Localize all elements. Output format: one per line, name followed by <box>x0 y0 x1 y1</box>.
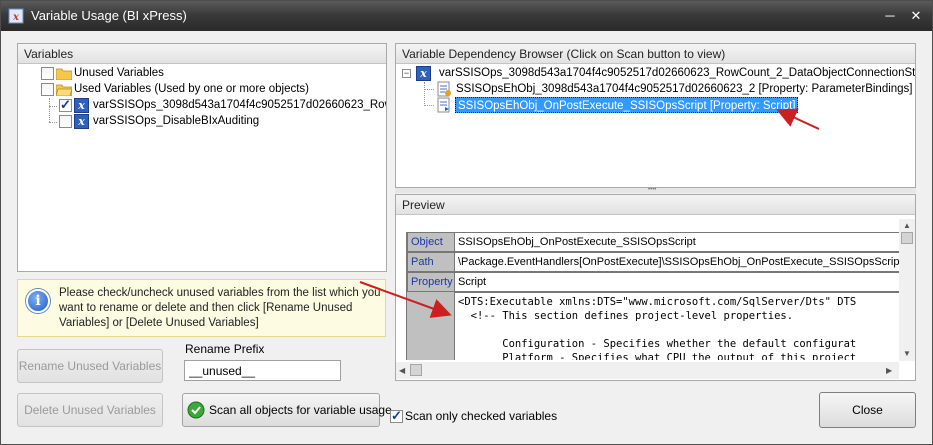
scroll-right-icon[interactable]: ▶ <box>886 366 892 375</box>
preview-horizontal-scrollbar[interactable]: ◀ ▶ <box>396 362 899 379</box>
info-message: Please check/uncheck unused variables fr… <box>59 287 381 329</box>
collapse-icon[interactable]: − <box>402 69 411 78</box>
code-line: <!-- This section defines project-level … <box>458 310 794 322</box>
tree-connector <box>49 122 57 123</box>
used-variables-checkbox[interactable] <box>41 83 54 96</box>
window-title: Variable Usage (BI xPress) <box>31 8 187 23</box>
variable-checkbox[interactable] <box>59 97 72 113</box>
variable-x-icon: x <box>416 66 431 81</box>
path-value[interactable]: \Package.EventHandlers[OnPostExecute]\SS… <box>455 252 899 272</box>
rename-prefix-label: Rename Prefix <box>185 342 265 356</box>
dependency-browser-panel: Variable Dependency Browser (Click on Sc… <box>395 43 916 188</box>
tree-connector <box>424 82 425 106</box>
tree-item-unused-variables[interactable]: Unused Variables <box>74 65 164 81</box>
scroll-left-icon[interactable]: ◀ <box>399 366 405 375</box>
scroll-up-icon[interactable]: ▲ <box>903 221 911 230</box>
preview-grid: Object SSISOpsEhObj_OnPostExecute_SSISOp… <box>406 232 899 360</box>
scan-all-objects-label: Scan all objects for variable usage <box>209 403 392 417</box>
close-icon[interactable]: ✕ <box>907 7 925 25</box>
app-icon: x <box>8 8 24 24</box>
code-line: Configuration - Specifies whether the de… <box>458 338 857 350</box>
scan-only-checked-label[interactable]: Scan only checked variables <box>405 409 557 423</box>
unused-variables-checkbox[interactable] <box>41 67 54 80</box>
scan-all-objects-button[interactable]: Scan all objects for variable usage <box>182 393 392 427</box>
splitter-handle[interactable]: •••• <box>395 187 916 193</box>
script-task-icon <box>437 97 450 113</box>
check-circle-icon <box>187 401 205 419</box>
scan-only-checked-checkbox[interactable] <box>390 408 403 424</box>
dependency-browser-header: Variable Dependency Browser (Click on Sc… <box>396 44 915 64</box>
scroll-thumb[interactable] <box>410 364 422 376</box>
property-value[interactable]: Script <box>455 272 899 292</box>
delete-unused-variables-button[interactable]: Delete Unused Variables <box>17 393 163 427</box>
tree-connector <box>424 105 434 106</box>
variable-item[interactable]: varSSISOps_DisableBIxAuditing <box>93 113 259 129</box>
minimize-icon[interactable]: ─ <box>881 7 899 25</box>
scroll-thumb[interactable] <box>901 232 913 244</box>
rename-prefix-input[interactable] <box>184 360 341 381</box>
tree-connector <box>49 106 57 107</box>
variable-x-icon: x <box>74 114 89 129</box>
close-button[interactable]: Close <box>819 392 916 428</box>
property-key: Property <box>407 272 455 292</box>
dependency-item[interactable]: SSISOpsEhObj_3098d543a1704f4c9052517d026… <box>456 81 913 97</box>
folder-icon <box>56 68 72 80</box>
folder-open-icon <box>56 84 72 96</box>
info-message-box: i Please check/uncheck unused variables … <box>17 279 386 337</box>
scroll-down-icon[interactable]: ▼ <box>903 349 911 358</box>
title-bar[interactable]: x Variable Usage (BI xPress) ─ ✕ <box>1 1 932 31</box>
tree-connector <box>424 89 434 90</box>
preview-header: Preview <box>396 195 915 215</box>
svg-text:x: x <box>12 12 20 23</box>
script-task-icon <box>437 81 451 97</box>
variable-checkbox[interactable] <box>59 115 72 128</box>
preview-vertical-scrollbar[interactable]: ▲ ▼ <box>899 219 915 361</box>
code-line: Platform - Specifies what CPU the output… <box>458 352 857 360</box>
dependency-item-selected[interactable]: SSISOpsEhObj_OnPostExecute_SSISOpsScript… <box>455 97 799 113</box>
info-icon: i <box>26 289 50 313</box>
variable-item[interactable]: varSSISOps_3098d543a1704f4c9052517d02660… <box>93 97 386 113</box>
variables-panel-header: Variables <box>18 44 386 64</box>
code-line: <DTS:Executable xmlns:DTS="www.microsoft… <box>458 296 857 308</box>
grid-key-filler <box>407 292 455 360</box>
object-key: Object <box>407 232 455 252</box>
variables-tree: Unused Variables Used Variables (Used by… <box>18 64 386 271</box>
tree-connector <box>49 98 50 122</box>
variable-x-icon: x <box>74 98 89 113</box>
dependency-root[interactable]: varSSISOps_3098d543a1704f4c9052517d02660… <box>439 65 915 81</box>
rename-unused-variables-button[interactable]: Rename Unused Variables <box>17 349 163 383</box>
grip-icon: •••• <box>648 187 657 193</box>
dependency-tree: − x varSSISOps_3098d543a1704f4c9052517d0… <box>396 64 915 187</box>
object-value[interactable]: SSISOpsEhObj_OnPostExecute_SSISOpsScript <box>455 232 899 252</box>
tree-item-used-variables[interactable]: Used Variables (Used by one or more obje… <box>74 81 309 97</box>
script-code-preview[interactable]: <DTS:Executable xmlns:DTS="www.microsoft… <box>455 292 899 360</box>
path-key: Path <box>407 252 455 272</box>
variable-usage-window: x Variable Usage (BI xPress) ─ ✕ Variabl… <box>0 0 933 445</box>
variables-panel: Variables Unused Variables Used Variable… <box>17 43 387 272</box>
